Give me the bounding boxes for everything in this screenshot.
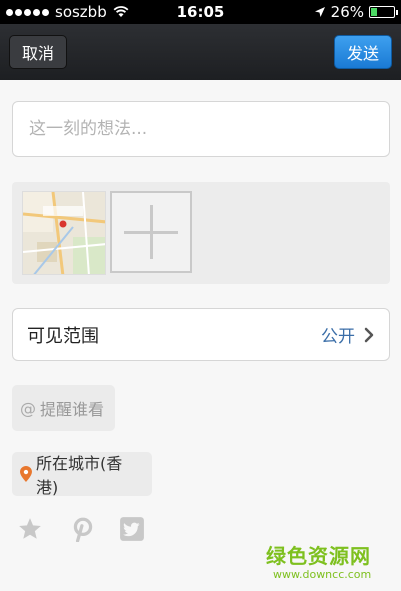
watermark-logo: 绿色资源网 <box>266 544 371 568</box>
photo-area <box>12 182 390 284</box>
add-photo-button[interactable] <box>110 191 192 273</box>
location-label: 所在城市(香港) <box>35 454 123 497</box>
status-bar: soszbb 16:05 26% <box>0 0 401 24</box>
visibility-value: 公开 <box>321 327 355 347</box>
location-button[interactable]: 所在城市(香港) <box>12 452 152 497</box>
pinterest-icon[interactable] <box>70 516 96 542</box>
battery-icon <box>369 6 398 18</box>
battery-percent: 26% <box>330 3 364 21</box>
visibility-row[interactable]: 可见范围 公开 <box>12 308 390 361</box>
status-right: 26% <box>314 3 398 21</box>
map-thumbnail[interactable] <box>22 191 106 275</box>
remind-label: 提醒谁看 <box>40 400 105 419</box>
location-pin-icon <box>20 466 32 482</box>
map-image <box>23 192 105 274</box>
remind-button[interactable]: @ 提醒谁看 <box>12 385 115 431</box>
nav-bar: 取消 发送 <box>0 24 401 80</box>
at-icon: @ <box>20 398 36 418</box>
thought-input[interactable] <box>12 101 390 157</box>
watermark-url: www.downcc.com <box>273 568 372 581</box>
chevron-right-icon <box>364 327 374 342</box>
battery-fill <box>371 8 377 16</box>
twitter-icon[interactable] <box>119 516 145 542</box>
send-button[interactable]: 发送 <box>334 35 392 69</box>
visibility-label: 可见范围 <box>27 325 99 347</box>
location-arrow-icon <box>314 7 325 17</box>
cancel-button[interactable]: 取消 <box>9 35 67 69</box>
star-icon[interactable] <box>17 516 43 542</box>
